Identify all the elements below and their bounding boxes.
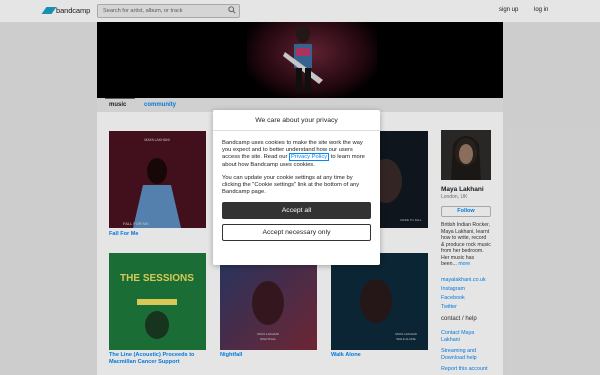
accept-necessary-button[interactable]: Accept necessary only [222, 224, 371, 242]
dialog-title: We care about your privacy [213, 110, 380, 131]
privacy-policy-link[interactable]: Privacy Policy [289, 153, 330, 162]
accept-all-button[interactable]: Accept all [222, 202, 371, 220]
dialog-body: Bandcamp uses cookies to make the site w… [213, 131, 380, 196]
cookie-settings-note: You can update your cookie settings at a… [222, 174, 360, 196]
cookie-explanation: Bandcamp uses cookies to make the site w… [222, 140, 371, 169]
cookie-consent-dialog: We care about your privacy Bandcamp uses… [213, 110, 380, 265]
